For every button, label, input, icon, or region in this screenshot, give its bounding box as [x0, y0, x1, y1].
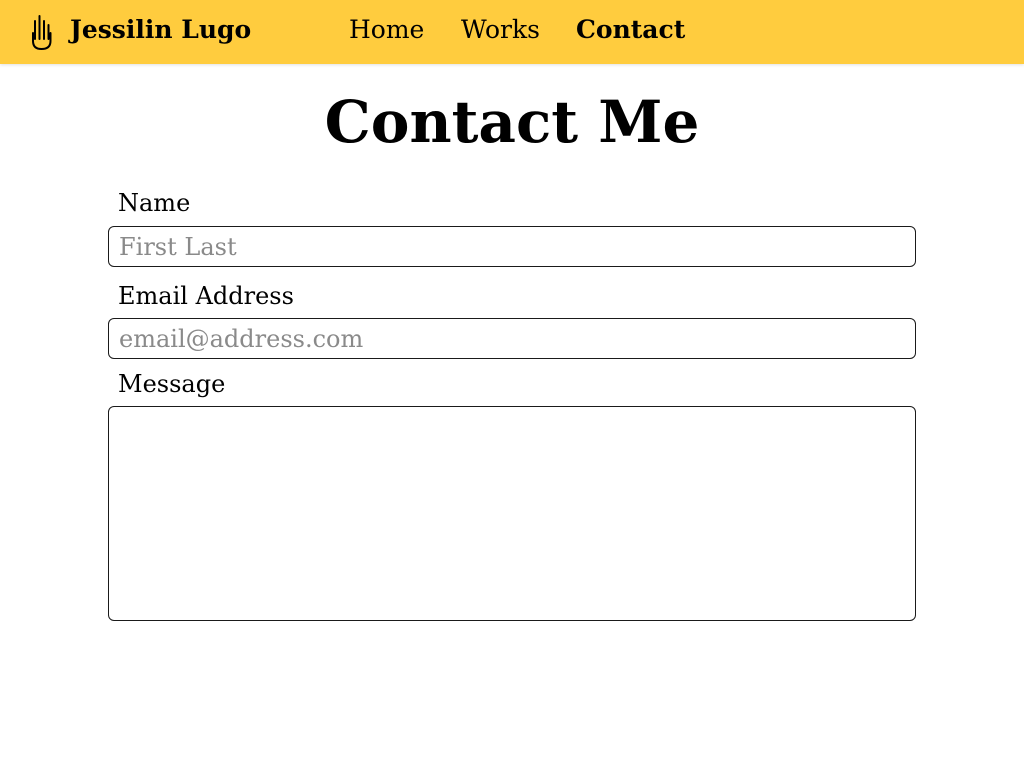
name-input[interactable] [108, 226, 916, 267]
name-label: Name [118, 189, 191, 217]
email-label: Email Address [118, 282, 294, 310]
nav-link-contact[interactable]: Contact [576, 14, 685, 46]
page-title: Contact Me [324, 88, 700, 156]
message-textarea[interactable] [108, 406, 916, 621]
message-label: Message [118, 370, 226, 398]
nav-link-home[interactable]: Home [349, 14, 424, 46]
nav-link-works[interactable]: Works [461, 14, 540, 46]
hand-logo-icon[interactable] [30, 13, 56, 53]
top-navbar: Jessilin Lugo Home Works Contact [0, 0, 1024, 64]
email-input[interactable] [108, 318, 916, 359]
brand-name[interactable]: Jessilin Lugo [70, 14, 251, 46]
